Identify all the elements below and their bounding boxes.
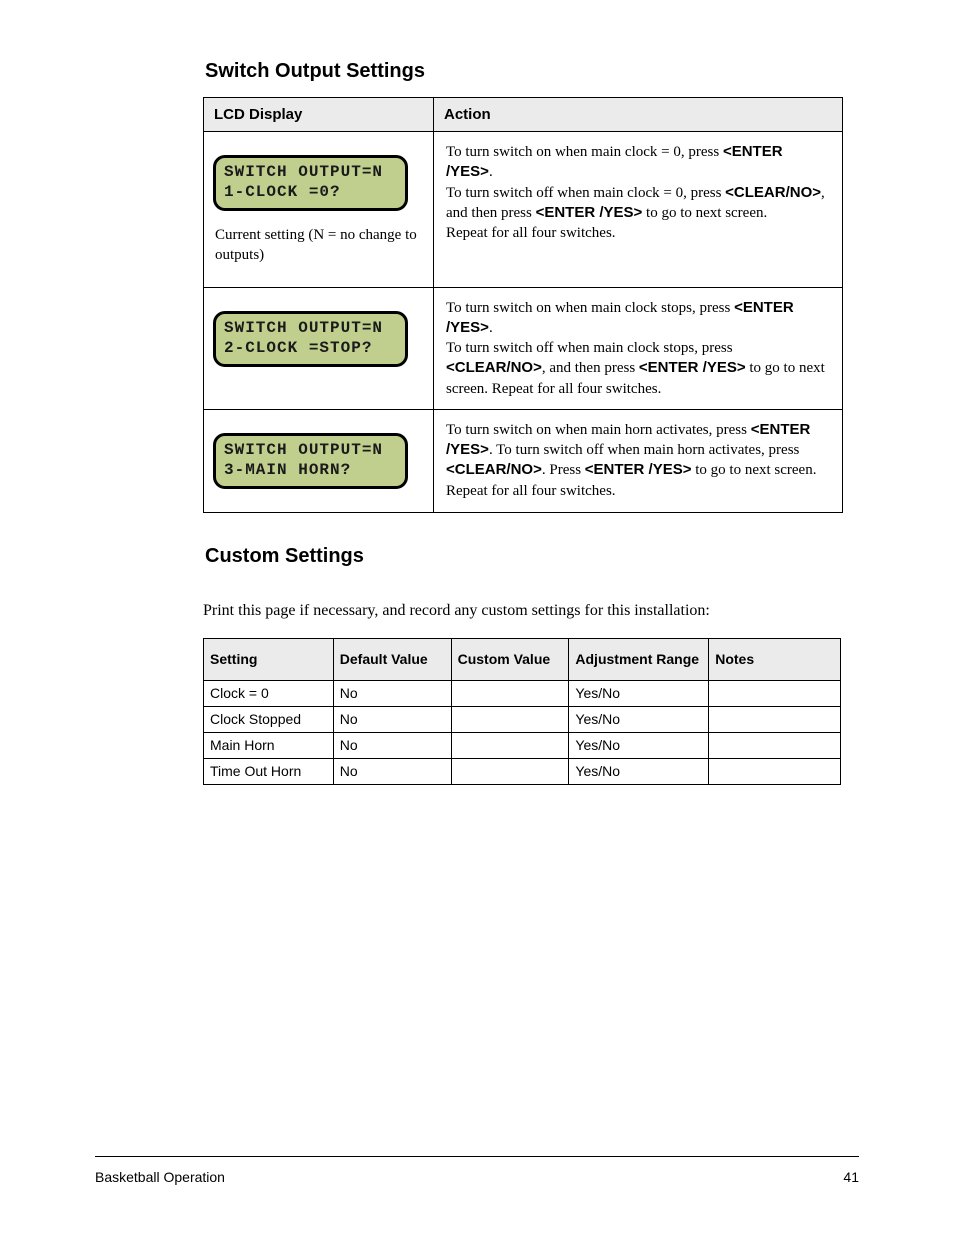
- custom-cell-notes: [709, 706, 841, 732]
- custom-cell-setting: Clock = 0: [204, 680, 334, 706]
- custom-cell-custom: [451, 732, 569, 758]
- col-header-lcd: LCD Display: [204, 98, 434, 132]
- setting-desc-2: To turn switch on when main clock stops,…: [434, 287, 843, 409]
- custom-row: Main Horn No Yes/No: [204, 732, 841, 758]
- setting-row-1: SWITCH OUTPUT=N 1-CLOCK =0? Current sett…: [204, 132, 843, 288]
- custom-cell-default: No: [333, 732, 451, 758]
- custom-cell-custom: [451, 680, 569, 706]
- custom-cell-range: Yes/No: [569, 706, 709, 732]
- setting-desc-1: To turn switch on when main clock = 0, p…: [434, 132, 843, 288]
- custom-row: Clock = 0 No Yes/No: [204, 680, 841, 706]
- custom-col-custom: Custom Value: [451, 638, 569, 680]
- custom-cell-default: No: [333, 758, 451, 784]
- setting-row-3: SWITCH OUTPUT=N 3-MAIN HORN? To turn swi…: [204, 409, 843, 512]
- custom-cell-notes: [709, 680, 841, 706]
- setting-row-2: SWITCH OUTPUT=N 2-CLOCK =STOP? To turn s…: [204, 287, 843, 409]
- custom-cell-notes: [709, 732, 841, 758]
- switch-output-heading: Switch Output Settings: [205, 60, 859, 83]
- custom-col-setting: Setting: [204, 638, 334, 680]
- custom-settings-table: Setting Default Value Custom Value Adjus…: [203, 638, 841, 785]
- lcd-display-3: SWITCH OUTPUT=N 3-MAIN HORN?: [213, 433, 408, 489]
- footer-left: Basketball Operation: [95, 1169, 225, 1185]
- footer-right: 41: [843, 1169, 859, 1185]
- custom-cell-custom: [451, 706, 569, 732]
- custom-cell-range: Yes/No: [569, 680, 709, 706]
- custom-cell-range: Yes/No: [569, 732, 709, 758]
- custom-cell-setting: Main Horn: [204, 732, 334, 758]
- setting-desc-3: To turn switch on when main horn activat…: [434, 409, 843, 512]
- lcd-display-2: SWITCH OUTPUT=N 2-CLOCK =STOP?: [213, 311, 408, 367]
- custom-cell-default: No: [333, 706, 451, 732]
- footer-rule: [95, 1156, 859, 1157]
- custom-col-notes: Notes: [709, 638, 841, 680]
- custom-col-range: Adjustment Range: [569, 638, 709, 680]
- custom-cell-setting: Clock Stopped: [204, 706, 334, 732]
- custom-row: Clock Stopped No Yes/No: [204, 706, 841, 732]
- lcd-display-1: SWITCH OUTPUT=N 1-CLOCK =0?: [213, 155, 408, 211]
- col-header-action: Action: [434, 98, 843, 132]
- custom-cell-custom: [451, 758, 569, 784]
- custom-cell-range: Yes/No: [569, 758, 709, 784]
- custom-cell-notes: [709, 758, 841, 784]
- custom-cell-default: No: [333, 680, 451, 706]
- custom-row: Time Out Horn No Yes/No: [204, 758, 841, 784]
- custom-cell-setting: Time Out Horn: [204, 758, 334, 784]
- intro-paragraph: Print this page if necessary, and record…: [203, 602, 859, 620]
- custom-settings-heading: Custom Settings: [205, 545, 859, 568]
- switch-output-table: LCD Display Action SWITCH OUTPUT=N 1-CLO…: [203, 97, 843, 513]
- custom-col-default: Default Value: [333, 638, 451, 680]
- lcd-note-1: Current setting (N = no change to output…: [205, 219, 432, 286]
